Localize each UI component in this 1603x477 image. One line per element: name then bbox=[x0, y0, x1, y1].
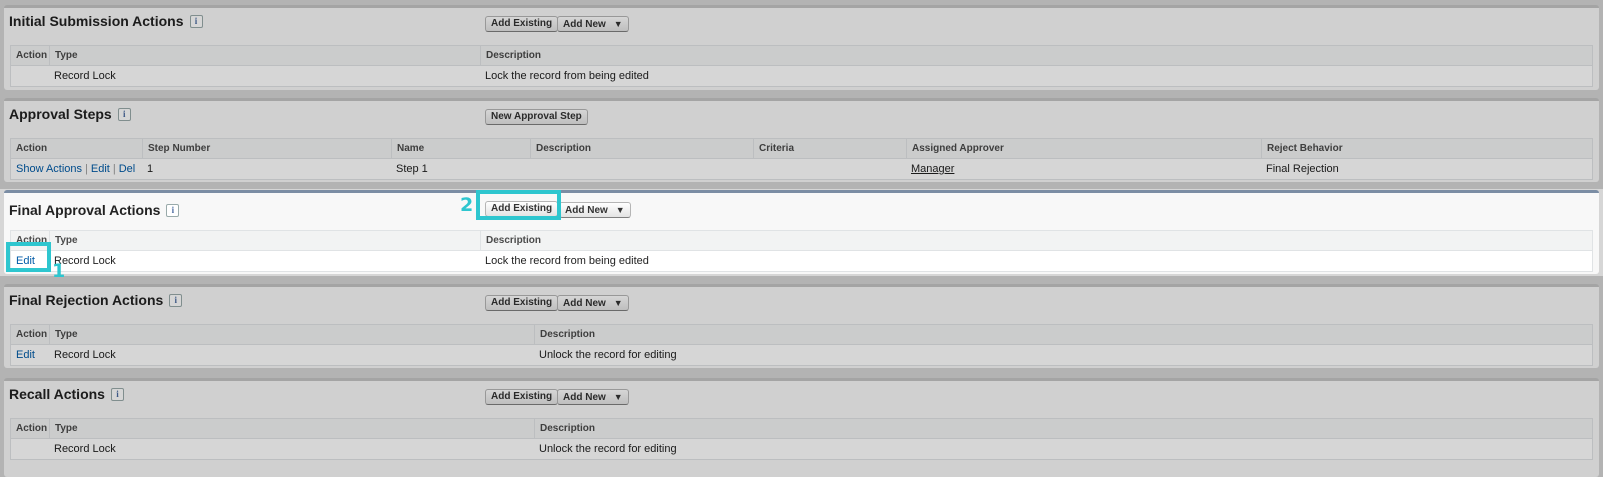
table-header: Action Step Number Name Description Crit… bbox=[11, 139, 1592, 159]
edit-link[interactable]: Edit bbox=[91, 163, 110, 175]
annotation-label-2: 2 bbox=[460, 194, 474, 216]
column-header-name: Name bbox=[391, 139, 424, 158]
actions-table: Action Type Description Edit Record Lock… bbox=[10, 324, 1593, 366]
chevron-down-icon: ▼ bbox=[615, 205, 625, 215]
info-icon[interactable]: i bbox=[189, 15, 203, 28]
column-header-action: Action bbox=[16, 143, 48, 154]
type-cell: Record Lock bbox=[54, 70, 116, 82]
table-header: Action Type Description bbox=[11, 46, 1592, 66]
column-header-description: Description bbox=[480, 46, 541, 65]
show-actions-link[interactable]: Show Actions bbox=[16, 163, 82, 175]
add-existing-button[interactable]: Add Existing bbox=[485, 16, 559, 32]
section-recall-actions: Recall Actions i Add Existing Add New ▼ Ac… bbox=[4, 378, 1599, 477]
column-header-action: Action bbox=[16, 423, 48, 434]
description-cell: Lock the record from being edited bbox=[485, 255, 649, 267]
add-existing-button[interactable]: Add Existing bbox=[485, 389, 559, 405]
edit-link[interactable]: Edit bbox=[16, 349, 35, 361]
column-header-action: Action bbox=[16, 50, 48, 61]
add-new-button[interactable]: Add New ▼ bbox=[557, 389, 629, 405]
info-icon[interactable]: i bbox=[110, 388, 124, 401]
info-icon[interactable]: i bbox=[117, 108, 131, 121]
add-new-button[interactable]: Add New ▼ bbox=[559, 202, 631, 218]
table-row: Edit Record Lock Lock the record from be… bbox=[11, 251, 1592, 271]
section-final-approval-actions: Final Approval Actions i Add Existing Add… bbox=[4, 190, 1599, 274]
table-row: Record Lock Lock the record from being e… bbox=[11, 66, 1592, 86]
add-existing-button[interactable]: Add Existing bbox=[485, 295, 559, 311]
separator: | bbox=[112, 163, 116, 175]
chevron-down-icon: ▼ bbox=[613, 392, 623, 402]
section-final-rejection-actions: Final Rejection Actions i Add Existing Ad… bbox=[4, 284, 1599, 368]
column-header-reject-behavior: Reject Behavior bbox=[1261, 139, 1343, 158]
section-title: Initial Submission Actions i bbox=[9, 13, 203, 29]
actions-table: Action Type Description Record Lock Lock… bbox=[10, 45, 1593, 87]
column-header-type: Type bbox=[49, 46, 78, 65]
approver-link[interactable]: Manager bbox=[911, 163, 954, 175]
type-cell: Record Lock bbox=[54, 443, 116, 455]
type-cell: Record Lock bbox=[54, 349, 116, 361]
description-cell: Lock the record from being edited bbox=[485, 70, 649, 82]
info-icon[interactable]: i bbox=[166, 204, 180, 217]
actions-table: Action Type Description Record Lock Unlo… bbox=[10, 418, 1593, 460]
description-cell: Unlock the record for editing bbox=[539, 349, 677, 361]
column-header-assigned-approver: Assigned Approver bbox=[906, 139, 1004, 158]
table-row: Record Lock Unlock the record for editin… bbox=[11, 439, 1592, 459]
column-header-description: Description bbox=[480, 231, 541, 250]
highlight-box-add-existing bbox=[476, 190, 561, 220]
annotation-label-1: 1 bbox=[52, 260, 66, 282]
table-row: Edit Record Lock Unlock the record for e… bbox=[11, 345, 1592, 365]
table-header: Action Type Description bbox=[11, 419, 1592, 439]
column-header-description: Description bbox=[534, 325, 595, 344]
separator: | bbox=[85, 163, 88, 175]
highlight-box-edit bbox=[6, 242, 51, 272]
section-initial-submission-actions: Initial Submission Actions i Add Existing… bbox=[4, 5, 1599, 90]
approval-steps-table: Action Step Number Name Description Crit… bbox=[10, 138, 1593, 180]
chevron-down-icon: ▼ bbox=[613, 19, 623, 29]
section-title: Final Approval Actions i bbox=[9, 202, 180, 218]
add-new-button[interactable]: Add New ▼ bbox=[557, 295, 629, 311]
section-title: Final Rejection Actions i bbox=[9, 292, 183, 308]
step-number-cell: 1 bbox=[147, 163, 154, 175]
chevron-down-icon: ▼ bbox=[613, 298, 623, 308]
table-header: Action Type Description bbox=[11, 231, 1592, 251]
new-approval-step-button[interactable]: New Approval Step bbox=[485, 109, 588, 125]
action-cell: Edit bbox=[11, 345, 35, 365]
column-header-type: Type bbox=[49, 419, 78, 438]
column-header-type: Type bbox=[49, 325, 78, 344]
column-header-criteria: Criteria bbox=[753, 139, 794, 158]
name-cell: Step 1 bbox=[396, 163, 428, 175]
column-header-description: Description bbox=[530, 139, 591, 158]
column-header-type: Type bbox=[49, 231, 78, 250]
description-cell: Unlock the record for editing bbox=[539, 443, 677, 455]
delete-link[interactable]: Del bbox=[119, 163, 136, 175]
assigned-approver-cell: Manager bbox=[906, 159, 954, 179]
table-header: Action Type Description bbox=[11, 325, 1592, 345]
section-title: Recall Actions i bbox=[9, 386, 124, 402]
table-row: Show Actions | Edit | Del 1 Step 1 Manager F… bbox=[11, 159, 1592, 179]
info-icon[interactable]: i bbox=[169, 294, 183, 307]
add-new-button[interactable]: Add New ▼ bbox=[557, 16, 629, 32]
section-title: Approval Steps i bbox=[9, 106, 131, 122]
column-header-description: Description bbox=[534, 419, 595, 438]
reject-behavior-cell: Final Rejection bbox=[1266, 163, 1339, 175]
column-header-action: Action bbox=[16, 329, 48, 340]
action-links: Show Actions | Edit | Del bbox=[11, 159, 135, 179]
section-approval-steps: Approval Steps i New Approval Step Action… bbox=[4, 98, 1599, 182]
column-header-step-number: Step Number bbox=[142, 139, 210, 158]
actions-table: Action Type Description Edit Record Lock… bbox=[10, 230, 1593, 272]
